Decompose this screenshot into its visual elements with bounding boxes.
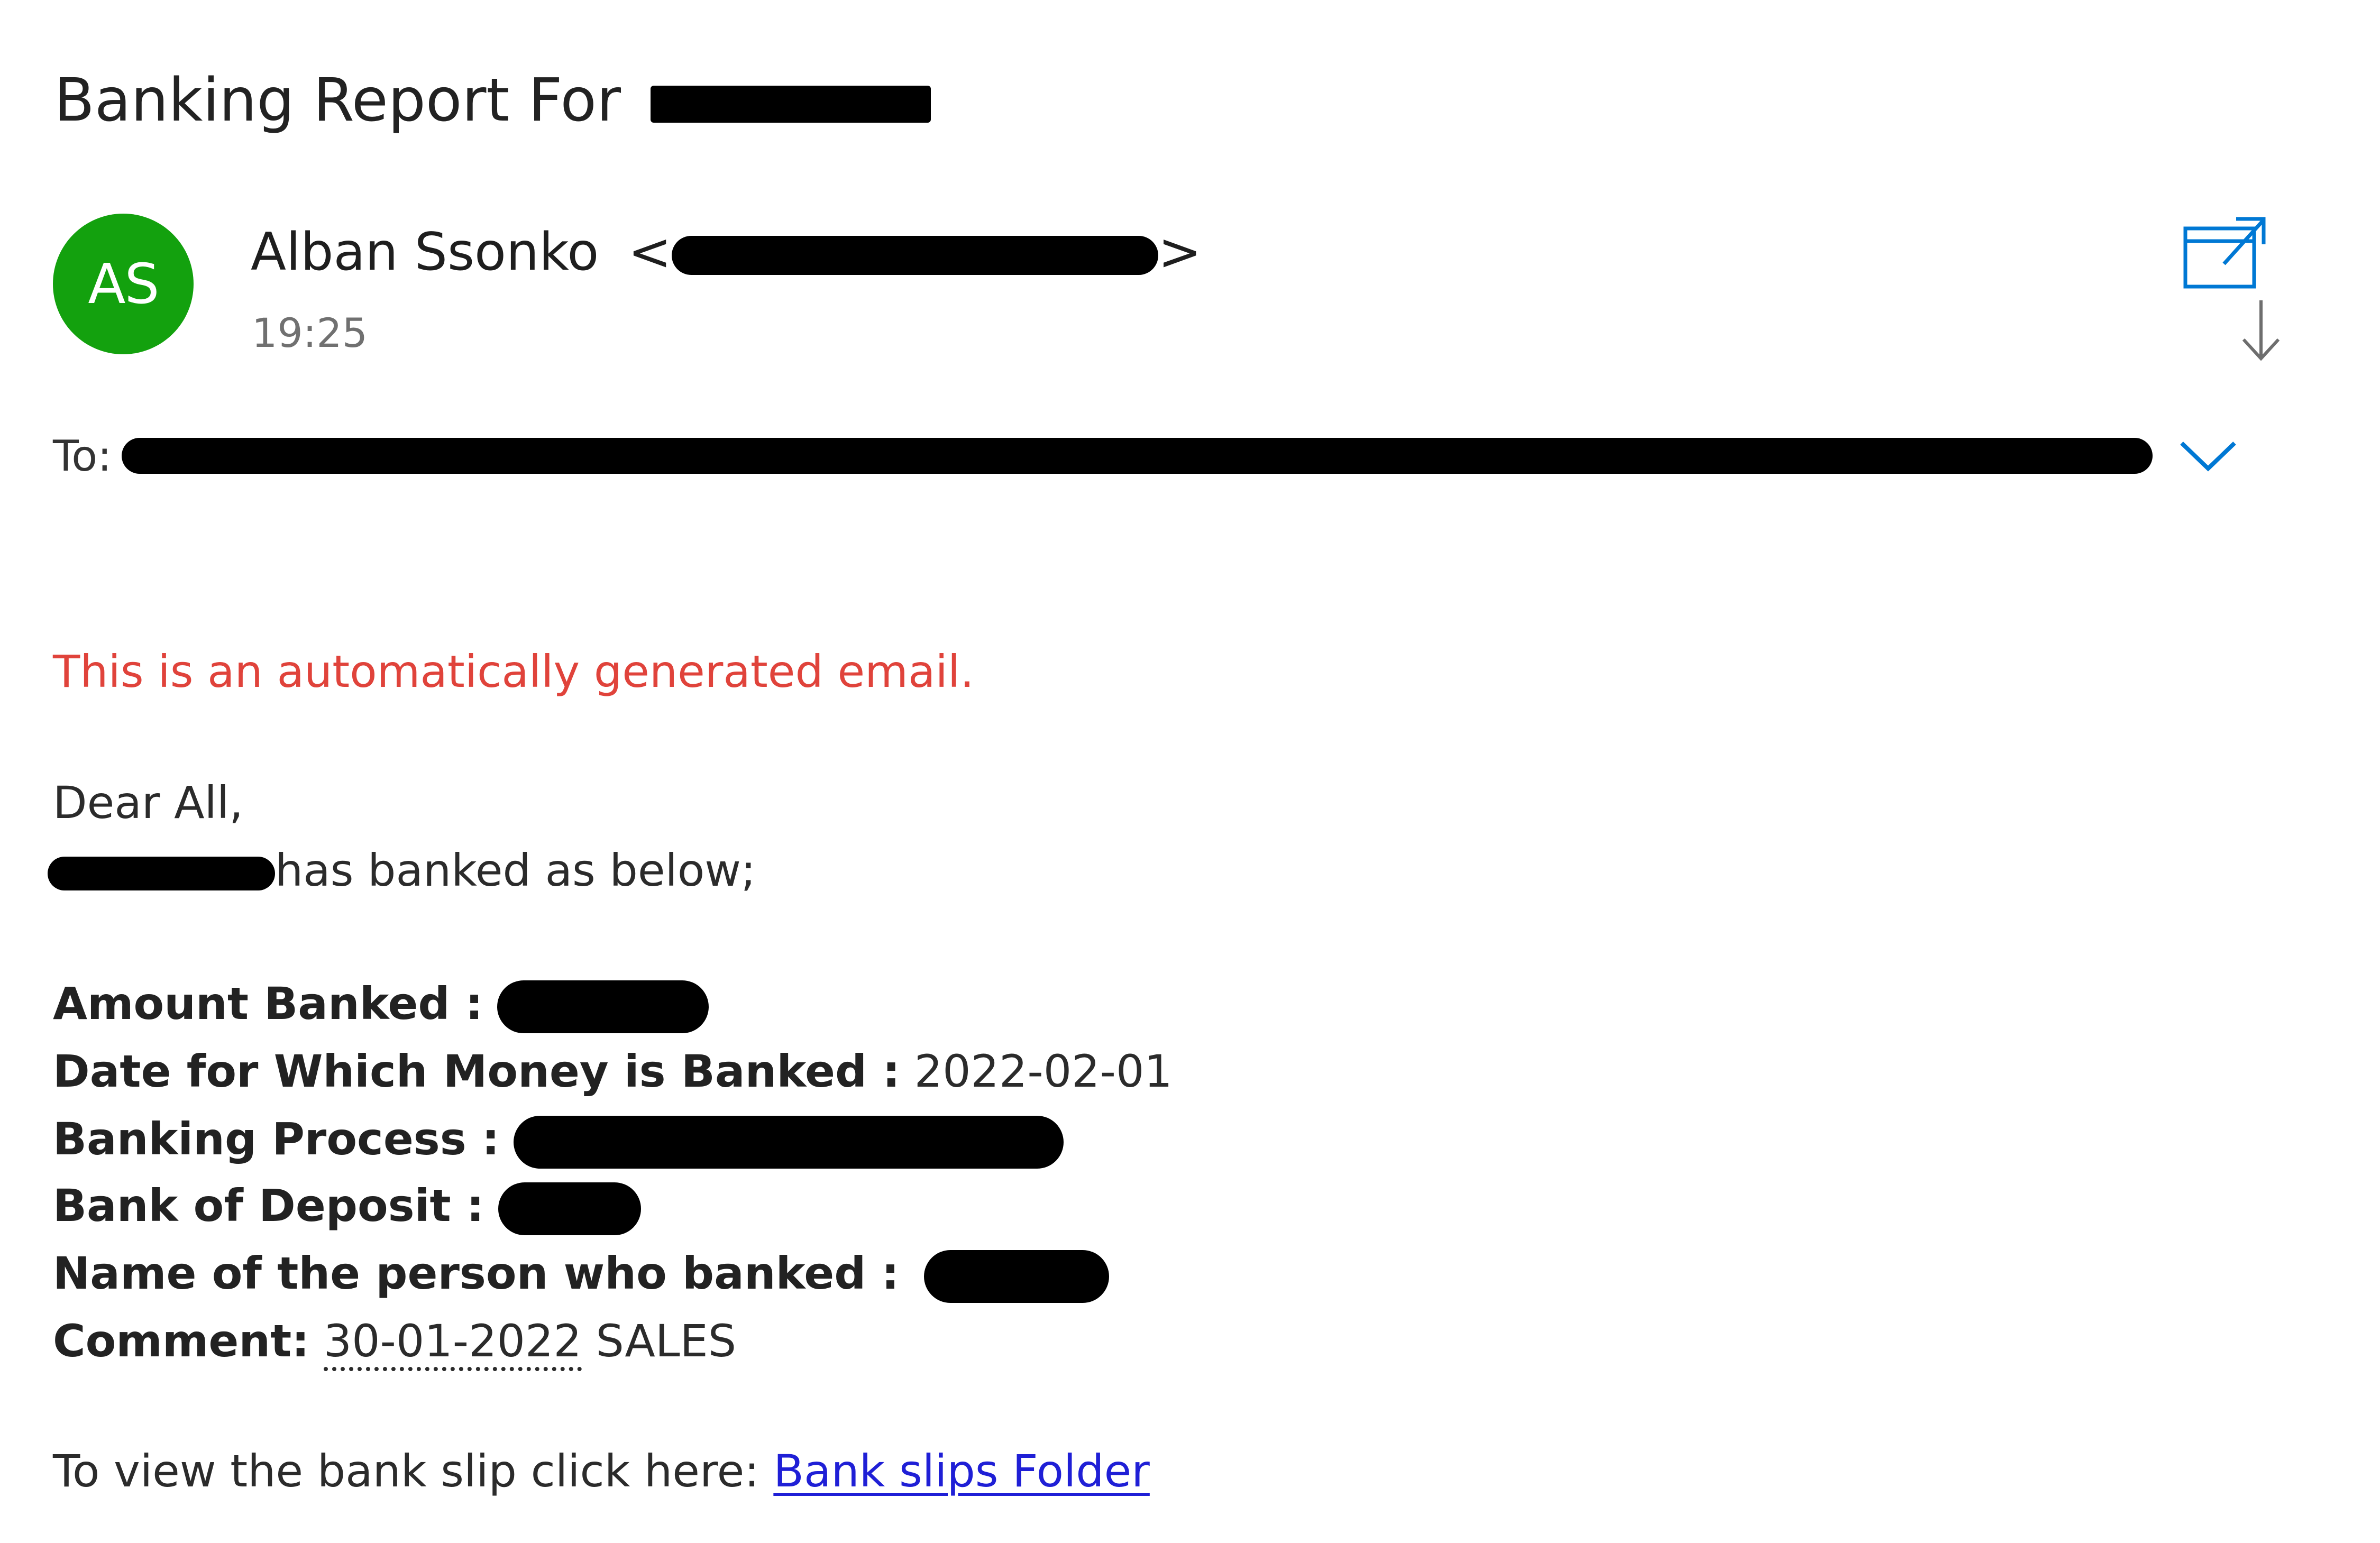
process-redaction (514, 1116, 1064, 1169)
comment-label: Comment: (53, 1315, 309, 1367)
sender-name[interactable]: Alban Ssonko (251, 222, 599, 282)
comment-date[interactable]: 30-01-2022 (323, 1315, 582, 1371)
comment-row: Comment: 30-01-2022 SALES (53, 1310, 736, 1372)
avatar-initials: AS (88, 252, 159, 316)
date-label: Date for Which Money is Banked : (53, 1045, 900, 1097)
greeting: Dear All, (53, 777, 243, 829)
amount-row: Amount Banked : (53, 973, 709, 1034)
sender-avatar[interactable]: AS (53, 214, 194, 354)
download-arrow-icon[interactable] (2237, 296, 2285, 365)
comment-text: SALES (596, 1315, 737, 1367)
bank-slips-folder-link[interactable]: Bank slips Folder (773, 1445, 1150, 1497)
sender-email-redaction (671, 236, 1158, 275)
person-row: Name of the person who banked : (53, 1243, 1109, 1304)
subject-text: Banking Report For (54, 66, 621, 135)
bank-redaction (498, 1182, 642, 1236)
process-label: Banking Process : (53, 1113, 500, 1165)
subject-redaction (650, 86, 931, 123)
intro-text: has banked as below; (275, 844, 756, 896)
bank-label: Bank of Deposit : (53, 1180, 484, 1232)
sender-email-close: > (1158, 222, 1202, 282)
recipients-row: To: (53, 427, 2168, 485)
chevron-down-icon[interactable] (2176, 427, 2240, 480)
slip-row: To view the bank slip click here: Bank s… (53, 1440, 1150, 1502)
to-label: To: (53, 431, 112, 481)
sent-time: 19:25 (252, 309, 368, 356)
sender-email-open: < (628, 222, 672, 282)
bank-row: Bank of Deposit : (53, 1175, 642, 1236)
slip-text: To view the bank slip click here: (53, 1445, 759, 1497)
sender-line: Alban Ssonko < > (251, 218, 1202, 287)
open-in-new-window-icon[interactable] (2174, 214, 2269, 293)
person-label: Name of the person who banked : (53, 1247, 900, 1299)
branch-redaction (48, 857, 275, 891)
amount-redaction (497, 980, 709, 1034)
auto-generated-notice: This is an automatically generated email… (53, 646, 974, 697)
date-value: 2022-02-01 (914, 1045, 1173, 1097)
process-row: Banking Process : (53, 1108, 1064, 1170)
email-subject: Banking Report For (54, 63, 931, 137)
recipients-redaction (122, 438, 2153, 474)
amount-label: Amount Banked : (53, 978, 483, 1030)
person-redaction (923, 1250, 1109, 1303)
date-row: Date for Which Money is Banked : 2022-02… (53, 1041, 1173, 1102)
intro-line: has banked as below; (48, 840, 756, 901)
